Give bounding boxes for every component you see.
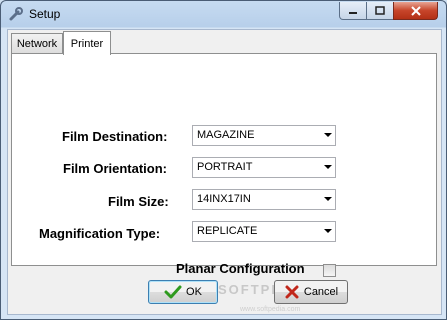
chevron-down-icon <box>324 197 332 201</box>
magnification-type-select[interactable]: REPLICATE <box>192 221 336 242</box>
ok-button[interactable]: OK <box>148 280 218 304</box>
film-size-label: Film Size: <box>108 194 169 209</box>
cancel-label: Cancel <box>303 286 339 298</box>
setup-window: Setup Network Printer Film Destination: … <box>0 0 447 320</box>
tab-network[interactable]: Network <box>11 33 63 54</box>
ok-label: OK <box>186 286 202 298</box>
window-title: Setup <box>29 7 61 21</box>
dialog-body: Network Printer Film Destination: MAGAZI… <box>7 29 442 315</box>
minimize-button[interactable] <box>339 2 367 20</box>
magnification-type-label: Magnification Type: <box>39 226 161 241</box>
film-size-value: 14INX17IN <box>197 193 251 205</box>
chevron-down-icon <box>324 229 332 233</box>
planar-configuration-checkbox[interactable] <box>323 264 336 277</box>
film-destination-select[interactable]: MAGAZINE <box>192 125 336 146</box>
film-size-select[interactable]: 14INX17IN <box>192 189 336 210</box>
film-orientation-value: PORTRAIT <box>197 161 253 173</box>
minimize-icon <box>349 11 357 14</box>
film-orientation-select[interactable]: PORTRAIT <box>192 157 336 178</box>
maximize-button[interactable] <box>366 2 394 20</box>
film-destination-label: Film Destination: <box>62 129 168 144</box>
chevron-down-icon <box>324 165 332 169</box>
magnification-type-value: REPLICATE <box>197 225 258 237</box>
film-destination-value: MAGAZINE <box>197 129 255 141</box>
printer-tab-panel: Film Destination: MAGAZINE Film Orientat… <box>11 53 437 277</box>
film-orientation-label: Film Orientation: <box>63 161 167 176</box>
planar-configuration-label: Planar Configuration <box>176 261 305 276</box>
close-button[interactable] <box>393 2 438 20</box>
title-bar[interactable]: Setup <box>1 1 446 27</box>
chevron-down-icon <box>324 133 332 137</box>
cancel-button[interactable]: Cancel <box>274 280 348 304</box>
maximize-icon <box>375 6 385 15</box>
watermark-url: www.softpedia.com <box>240 306 301 313</box>
wrench-icon <box>9 7 23 21</box>
checkmark-icon <box>164 285 182 299</box>
close-icon <box>410 5 421 16</box>
tab-printer[interactable]: Printer <box>63 31 111 55</box>
x-icon <box>285 285 299 299</box>
